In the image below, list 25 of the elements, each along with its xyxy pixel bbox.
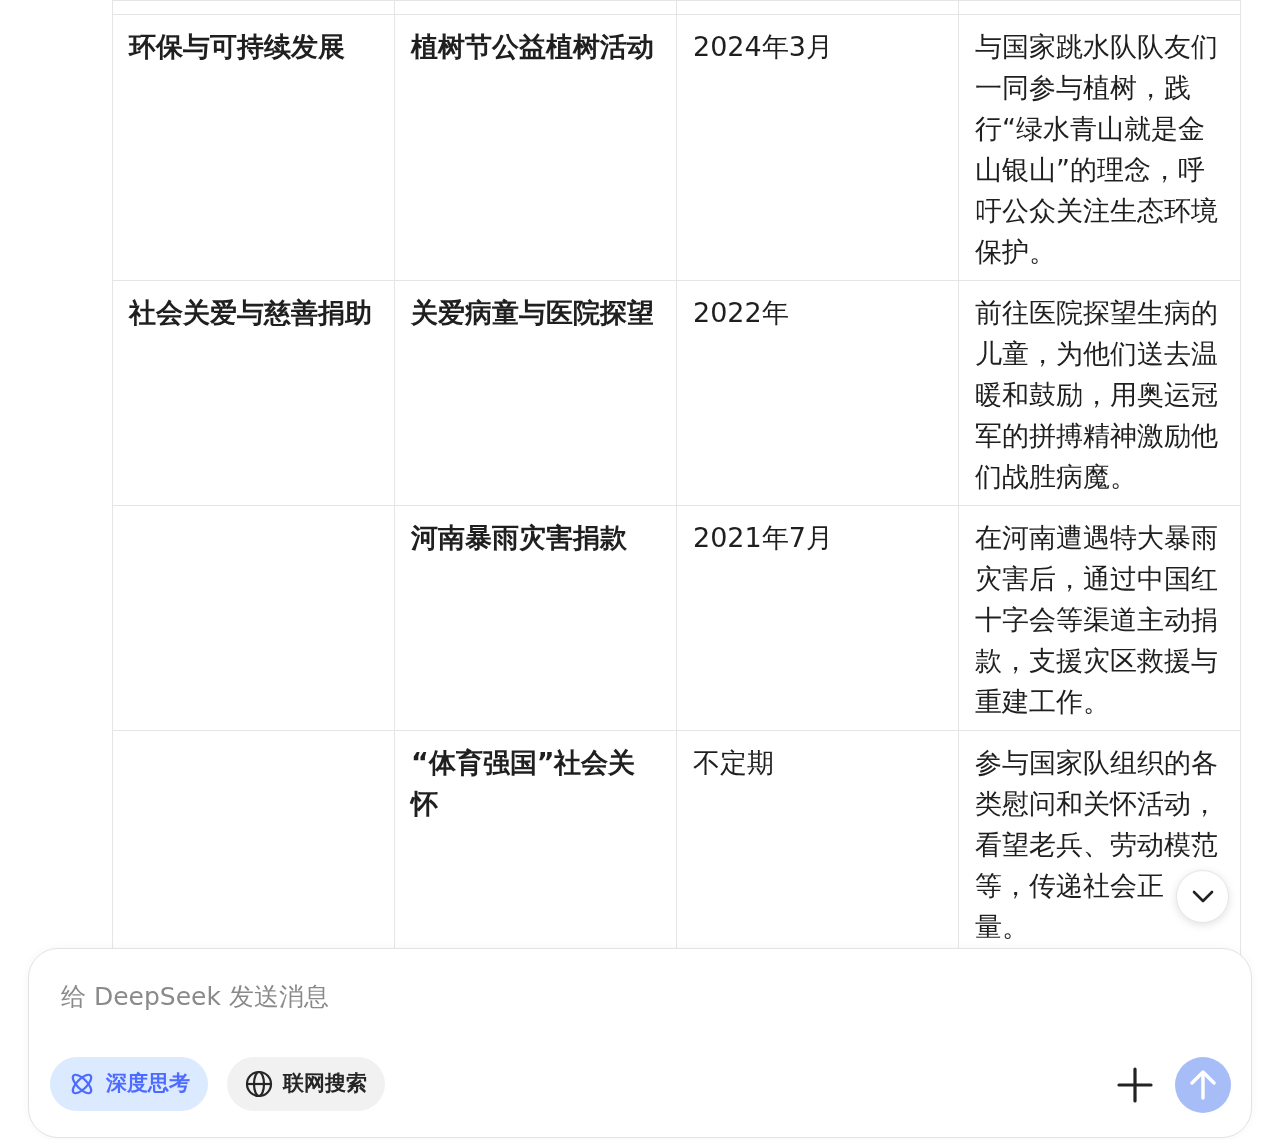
description-text: 等，传递社会正 bbox=[975, 869, 1164, 903]
add-button[interactable] bbox=[1115, 1065, 1155, 1105]
description-text: 参与国家队组织的各类慰问和关怀活动，看望老兵、劳动模范 bbox=[975, 746, 1219, 862]
date-text: 2024年3月 bbox=[693, 31, 833, 62]
deep-think-toggle[interactable]: 深度思考 bbox=[50, 1057, 208, 1111]
date-text: 2022年 bbox=[693, 297, 789, 328]
description-text: 量。 bbox=[975, 910, 1029, 944]
activity-text: 植树节公益植树活动 bbox=[411, 31, 654, 62]
description-text: 在河南遭遇特大暴雨灾害后，通过中国红十字会等渠道主动捐款，支援灾区救援与重建工作。 bbox=[975, 522, 1218, 717]
activity-text: 河南暴雨灾害捐款 bbox=[411, 522, 627, 553]
activity-text: “体育强国”社会关怀 bbox=[411, 747, 636, 819]
category-text: 环保与可持续发展 bbox=[129, 31, 345, 62]
chevron-down-icon bbox=[1191, 889, 1214, 904]
date-text: 不定期 bbox=[693, 747, 774, 778]
arrow-up-icon bbox=[1190, 1070, 1216, 1100]
activity-text: 关爱病童与医院探望 bbox=[411, 297, 654, 328]
message-input[interactable]: 给 DeepSeek 发送消息 bbox=[59, 977, 1159, 1017]
category-text: 社会关爱与慈善捐助 bbox=[129, 297, 372, 328]
description-text: 前往医院探望生病的儿童，为他们送去温暖和鼓励，用奥运冠军的拼搏精神激励他们战胜病魔。 bbox=[975, 297, 1218, 492]
globe-icon bbox=[245, 1070, 273, 1098]
plus-icon bbox=[1115, 1065, 1155, 1105]
description-text: 与国家跳水队队友们一同参与植树，践行“绿水青山就是金山银山”的理念，呼吁公众关注生态环境保护。 bbox=[975, 31, 1218, 267]
web-search-toggle[interactable]: 联网搜索 bbox=[227, 1057, 385, 1111]
scroll-down-button[interactable] bbox=[1176, 870, 1229, 923]
date-text: 2021年7月 bbox=[693, 522, 833, 553]
